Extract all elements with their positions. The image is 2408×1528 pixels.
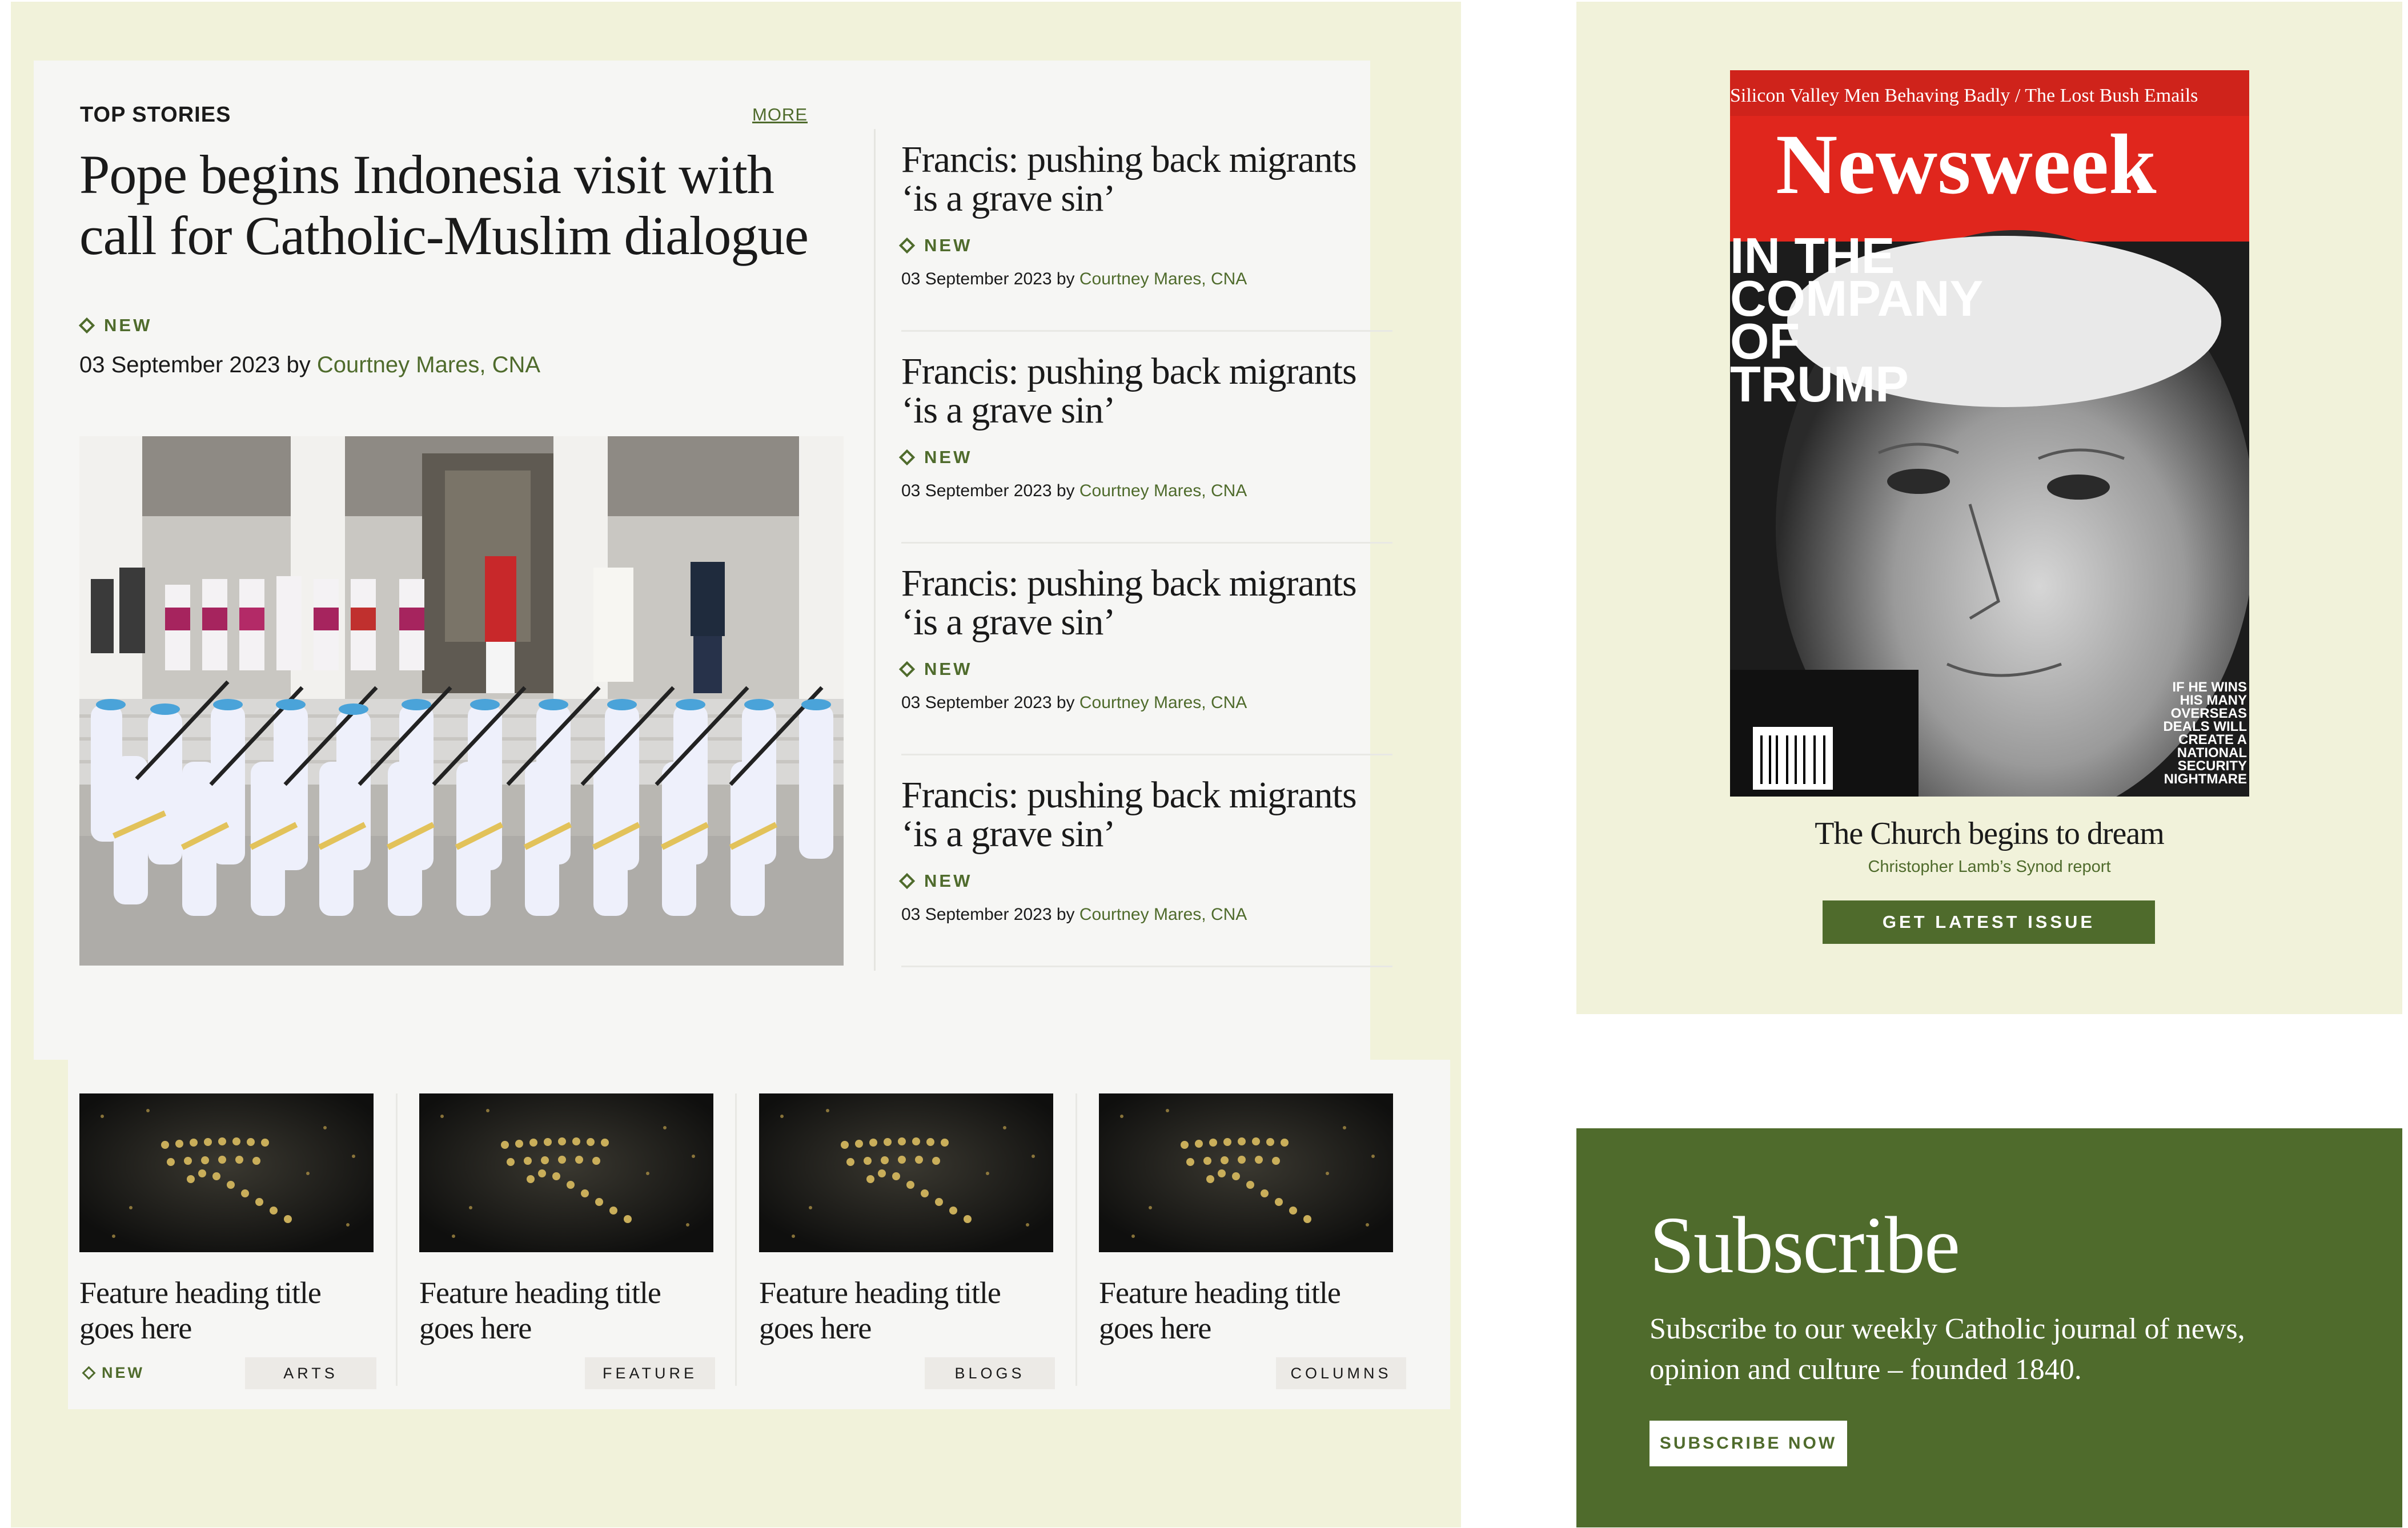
diamond-icon: [898, 449, 916, 466]
lead-story-title[interactable]: Pope begins Indonesia visit with call fo…: [79, 144, 845, 266]
date-label: 03 September 2023 by: [901, 693, 1079, 712]
date-label: 03 September 2023 by: [901, 270, 1079, 288]
feature-footer: NEW ARTS: [79, 1357, 376, 1389]
author-link[interactable]: Courtney Mares, CNA: [1079, 693, 1247, 712]
story-separator: [901, 542, 1392, 544]
side-story[interactable]: Francis: pushing back migrants ‘is a gra…: [898, 140, 1392, 332]
side-new-badge: NEW: [898, 871, 1392, 891]
diamond-icon: [78, 317, 95, 334]
get-latest-issue-button[interactable]: GET LATEST ISSUE: [1823, 900, 2155, 944]
side-byline: 03 September 2023 by Courtney Mares, CNA: [901, 270, 1392, 289]
side-byline: 03 September 2023 by Courtney Mares, CNA: [901, 693, 1392, 713]
story-separator: [901, 754, 1392, 755]
feature-new-badge: NEW: [82, 1364, 145, 1382]
author-link[interactable]: Courtney Mares, CNA: [1079, 481, 1247, 500]
feature-divider: [1075, 1093, 1077, 1386]
date-label: 03 September 2023 by: [901, 481, 1079, 500]
author-link[interactable]: Courtney Mares, CNA: [1079, 905, 1247, 924]
new-label: NEW: [924, 447, 973, 467]
feature-thumbnail[interactable]: [79, 1093, 374, 1252]
feature-title[interactable]: Feature heading title goes here: [419, 1275, 716, 1346]
more-link[interactable]: MORE: [752, 104, 808, 125]
side-story[interactable]: Francis: pushing back migrants ‘is a gra…: [898, 564, 1392, 755]
side-story-title[interactable]: Francis: pushing back migrants ‘is a gra…: [901, 352, 1392, 430]
feature-footer: COLUMNS: [1099, 1357, 1406, 1389]
lead-new-badge: NEW: [78, 315, 152, 336]
category-tag[interactable]: FEATURE: [585, 1357, 715, 1389]
cover-headline: TRUMP: [1730, 356, 1909, 412]
feature-title[interactable]: Feature heading title goes here: [1099, 1275, 1396, 1346]
column-divider: [874, 129, 876, 971]
date-label: 03 September 2023 by: [901, 905, 1079, 924]
date-label: 03 September 2023 by: [79, 352, 317, 377]
diamond-icon: [898, 661, 916, 678]
issue-subtitle: Christopher Lamb’s Synod report: [1868, 858, 2111, 876]
feature-thumbnail[interactable]: [759, 1093, 1053, 1252]
issue-title[interactable]: The Church begins to dream: [1576, 815, 2402, 852]
magazine-cover-image[interactable]: Silicon Valley Men Behaving Badly / The …: [1730, 70, 2249, 797]
feature-footer: FEATURE: [419, 1357, 716, 1389]
story-separator: [901, 330, 1392, 332]
author-link[interactable]: Courtney Mares, CNA: [317, 352, 540, 377]
subscribe-text: Subscribe to our weekly Catholic journal…: [1650, 1313, 2245, 1386]
new-label: NEW: [924, 871, 973, 891]
feature-divider: [735, 1093, 737, 1386]
side-byline: 03 September 2023 by Courtney Mares, CNA: [901, 481, 1392, 501]
diamond-icon: [898, 237, 916, 254]
cover-side-text: NIGHTMARE: [2164, 771, 2247, 787]
feature-divider: [396, 1093, 398, 1386]
new-label: NEW: [104, 315, 152, 335]
feature-thumbnail[interactable]: [419, 1093, 713, 1252]
author-link[interactable]: Courtney Mares, CNA: [1079, 270, 1247, 288]
diamond-icon: [82, 1366, 96, 1380]
side-story-title[interactable]: Francis: pushing back migrants ‘is a gra…: [901, 564, 1392, 642]
side-new-badge: NEW: [898, 235, 1392, 256]
story-separator: [901, 966, 1392, 967]
feature-card[interactable]: Feature heading title goes here FEATURE: [419, 1093, 716, 1389]
lead-byline: 03 September 2023 by Courtney Mares, CNA: [79, 352, 540, 378]
new-label: NEW: [102, 1364, 145, 1381]
category-tag[interactable]: ARTS: [245, 1357, 376, 1389]
feature-card[interactable]: Feature heading title goes here BLOGS: [759, 1093, 1056, 1389]
category-tag[interactable]: COLUMNS: [1276, 1357, 1406, 1389]
lead-story-image[interactable]: [79, 436, 844, 966]
diamond-icon: [898, 872, 916, 890]
feature-thumbnail[interactable]: [1099, 1093, 1393, 1252]
side-byline: 03 September 2023 by Courtney Mares, CNA: [901, 905, 1392, 924]
cover-masthead: Newsweek: [1776, 117, 2157, 212]
side-new-badge: NEW: [898, 447, 1392, 468]
cover-topline: Silicon Valley Men Behaving Badly / The …: [1730, 85, 2198, 106]
feature-card[interactable]: Feature heading title goes here NEW ARTS: [79, 1093, 376, 1389]
subscribe-title: Subscribe: [1650, 1200, 1960, 1290]
category-tag[interactable]: BLOGS: [925, 1357, 1055, 1389]
side-new-badge: NEW: [898, 659, 1392, 679]
new-label: NEW: [924, 235, 973, 255]
side-story-title[interactable]: Francis: pushing back migrants ‘is a gra…: [901, 140, 1392, 218]
side-story[interactable]: Francis: pushing back migrants ‘is a gra…: [898, 352, 1392, 544]
feature-card[interactable]: Feature heading title goes here COLUMNS: [1099, 1093, 1406, 1389]
new-label: NEW: [924, 659, 973, 679]
side-story[interactable]: Francis: pushing back migrants ‘is a gra…: [898, 776, 1392, 967]
feature-title[interactable]: Feature heading title goes here: [79, 1275, 376, 1346]
section-title: TOP STORIES: [80, 103, 231, 127]
side-story-title[interactable]: Francis: pushing back migrants ‘is a gra…: [901, 776, 1392, 854]
feature-title[interactable]: Feature heading title goes here: [759, 1275, 1056, 1346]
feature-footer: BLOGS: [759, 1357, 1056, 1389]
subscribe-now-button[interactable]: SUBSCRIBE NOW: [1650, 1421, 1847, 1466]
